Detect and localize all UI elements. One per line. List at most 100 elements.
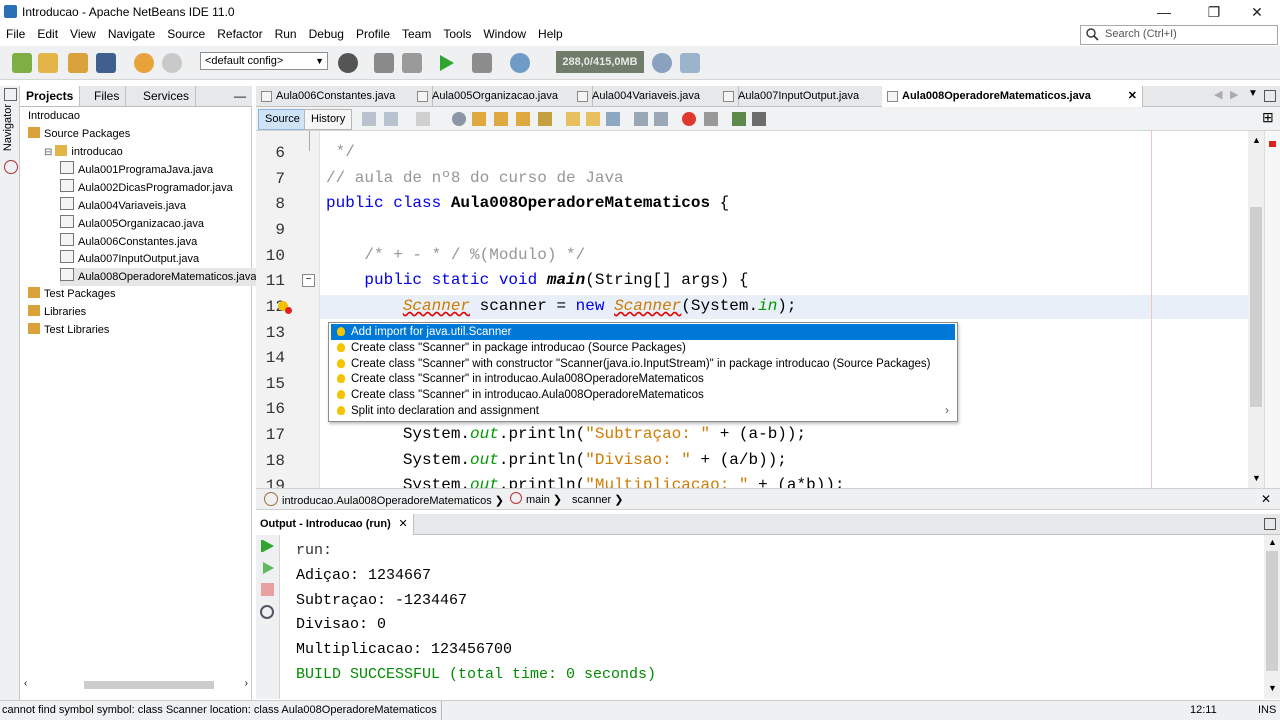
hint-item[interactable]: Create class "Scanner" in introducao.Aul… <box>331 371 955 387</box>
search-input[interactable]: Search (Ctrl+I) <box>1080 25 1278 45</box>
services-icon[interactable] <box>4 160 18 174</box>
globe-icon[interactable] <box>338 53 358 73</box>
gc-icon[interactable] <box>652 53 672 73</box>
find-icon[interactable] <box>452 112 466 126</box>
tree-item[interactable]: Aula006Constantes.java <box>60 232 197 251</box>
maximize-output-icon[interactable] <box>1264 518 1276 530</box>
profile-ide-icon[interactable] <box>680 53 700 73</box>
fold-toggle-icon[interactable]: − <box>302 274 315 287</box>
hint-item[interactable]: Create class "Scanner" in introducao.Aul… <box>331 387 955 403</box>
new-file-icon[interactable] <box>38 53 58 73</box>
menu-profile[interactable]: Profile <box>350 24 396 45</box>
tab-aula008[interactable]: Aula008OperadoreMatematicos.java ✕ <box>882 86 1143 107</box>
tree-item[interactable]: Test Libraries <box>28 322 109 339</box>
tree-item[interactable]: Aula004Variaveis.java <box>60 197 186 215</box>
horizontal-scrollbar[interactable]: ‹ › <box>24 678 248 692</box>
hint-item[interactable]: Split into declaration and assignment › <box>331 403 955 419</box>
run-icon[interactable] <box>436 53 456 73</box>
memory-indicator[interactable]: 288,0/415,0MB <box>556 51 644 73</box>
tree-item[interactable]: Aula002DicasProgramador.java <box>60 179 233 197</box>
scroll-tabs-left-icon[interactable]: ◀ <box>1214 88 1222 101</box>
menu-team[interactable]: Team <box>396 24 437 45</box>
rerun-different-icon[interactable] <box>260 560 276 576</box>
tab-aula006[interactable]: Aula006Constantes.java✕ <box>256 86 433 107</box>
tree-item[interactable]: Introducao <box>28 108 80 125</box>
code-editor[interactable]: */ // aula de nº8 do curso de Java publi… <box>320 131 1248 488</box>
save-all-icon[interactable] <box>96 53 116 73</box>
hint-item[interactable]: Create class "Scanner" in package introd… <box>331 340 955 356</box>
comment-icon[interactable] <box>732 112 746 126</box>
split-editor-icon[interactable]: ⊞ <box>1262 109 1274 126</box>
tree-item[interactable]: Aula001ProgramaJava.java <box>60 161 213 179</box>
tab-files[interactable]: Files <box>88 86 127 106</box>
breadcrumb-class[interactable]: introducao.Aula008OperadoreMatematicos ❯ <box>264 492 504 509</box>
window-icon[interactable] <box>4 88 17 101</box>
source-tab[interactable]: Source <box>258 109 307 130</box>
show-opened-documents-icon[interactable]: ▼ <box>1248 88 1258 99</box>
output-tab[interactable]: Output - Introducao (run) ✕ <box>256 514 414 535</box>
build-hammer-icon[interactable] <box>374 53 394 73</box>
hint-item[interactable]: Add import for java.util.Scanner <box>331 324 955 340</box>
tree-item[interactable]: ⊟ introducao <box>44 144 123 161</box>
clean-build-icon[interactable] <box>402 53 422 73</box>
menu-tools[interactable]: Tools <box>437 24 477 45</box>
close-breadcrumb-icon[interactable]: ✕ <box>1261 492 1271 506</box>
menu-run[interactable]: Run <box>269 24 303 45</box>
output-vertical-scrollbar[interactable]: ▲ ▼ <box>1264 535 1280 699</box>
maximize-window-icon[interactable] <box>1264 90 1276 102</box>
tree-item[interactable]: Test Packages <box>28 286 116 303</box>
menu-source[interactable]: Source <box>161 24 211 45</box>
tree-item[interactable]: Source Packages <box>28 126 130 143</box>
restore-button[interactable]: ❐ <box>1194 2 1234 22</box>
toggle-bookmark-icon[interactable] <box>606 112 620 126</box>
error-stripe[interactable] <box>1264 131 1280 488</box>
new-project-icon[interactable] <box>12 53 32 73</box>
shift-left-icon[interactable] <box>634 112 648 126</box>
redo-icon[interactable] <box>162 53 182 73</box>
tab-aula007[interactable]: Aula007InputOutput.java✕ <box>718 86 903 107</box>
menu-help[interactable]: Help <box>532 24 569 45</box>
config-select[interactable]: <default config> ▼ <box>200 52 328 70</box>
find-next-icon[interactable] <box>494 112 508 126</box>
last-edit-icon[interactable] <box>362 112 376 126</box>
tree-item[interactable]: Libraries <box>28 304 86 321</box>
previous-bookmark-icon[interactable] <box>566 112 580 126</box>
toggle-highlight-icon[interactable] <box>538 112 552 126</box>
profile-icon[interactable] <box>510 53 530 73</box>
history-tab[interactable]: History <box>304 109 353 130</box>
menu-file[interactable]: File <box>0 24 31 45</box>
tab-aula005[interactable]: Aula005Organizacao.java✕ <box>412 86 593 107</box>
tab-aula004[interactable]: Aula004Variaveis.java✕ <box>572 86 739 107</box>
menu-edit[interactable]: Edit <box>31 24 64 45</box>
rerun-icon[interactable] <box>260 538 276 554</box>
menu-navigate[interactable]: Navigate <box>102 24 161 45</box>
error-stripe-mark[interactable] <box>1269 141 1276 147</box>
shift-right-icon[interactable] <box>654 112 668 126</box>
close-window-button[interactable]: ✕ <box>1237 2 1277 22</box>
stop-macro-icon[interactable] <box>704 112 718 126</box>
minimize-panel-button[interactable]: — <box>234 86 246 106</box>
close-tab-icon[interactable]: ✕ <box>1128 86 1137 107</box>
menu-refactor[interactable]: Refactor <box>211 24 268 45</box>
breadcrumb-method[interactable]: main ❯ <box>510 492 562 508</box>
start-macro-icon[interactable] <box>682 112 696 126</box>
undo-icon[interactable] <box>134 53 154 73</box>
next-bookmark-icon[interactable] <box>586 112 600 126</box>
uncomment-icon[interactable] <box>752 112 766 126</box>
find-previous-icon[interactable] <box>472 112 486 126</box>
minimize-button[interactable]: — <box>1144 2 1184 22</box>
back-icon[interactable] <box>384 112 398 126</box>
tree-item[interactable]: Aula007InputOutput.java <box>60 250 199 268</box>
menu-window[interactable]: Window <box>477 24 532 45</box>
output-console[interactable]: run: Adiçao: 1234667 Subtraçao: -1234467… <box>280 535 1264 699</box>
menu-debug[interactable]: Debug <box>303 24 350 45</box>
collapse-toggle-icon[interactable]: ⊟ <box>44 147 52 158</box>
open-project-icon[interactable] <box>68 53 88 73</box>
tab-services[interactable]: Services <box>137 86 197 106</box>
menu-view[interactable]: View <box>64 24 102 45</box>
close-tab-icon[interactable]: ✕ <box>399 514 408 535</box>
debug-icon[interactable] <box>472 53 492 73</box>
settings-gear-icon[interactable] <box>260 605 274 619</box>
tab-projects[interactable]: Projects <box>20 86 81 106</box>
editor-vertical-scrollbar[interactable]: ▲ ▼ <box>1248 131 1264 488</box>
